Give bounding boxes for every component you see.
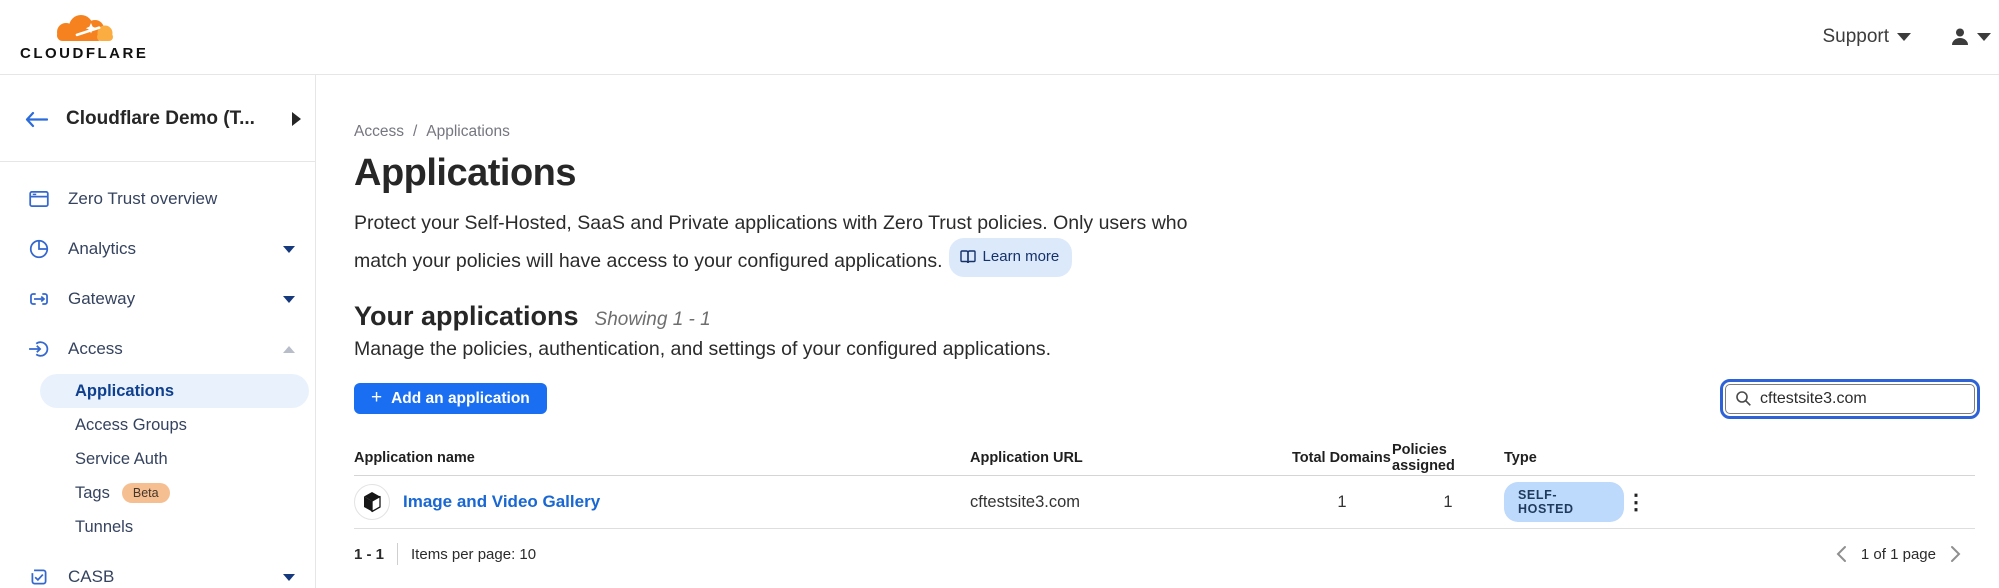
main-content: Access / Applications Applications Prote… [316,75,1999,588]
cloudflare-logo[interactable]: CLOUDFLARE [20,12,148,62]
sidebar-item-gateway[interactable]: Gateway [0,274,315,324]
breadcrumb: Access / Applications [354,123,1975,141]
add-button-label: Add an application [391,390,530,408]
column-header-total-domains: Total Domains [1292,450,1392,466]
sidebar-subitem-label: Tunnels [75,518,133,537]
table-row: Image and Video Gallery cftestsite3.com … [354,476,1975,529]
overview-icon [28,188,50,210]
top-bar: CLOUDFLARE Support [0,0,1999,75]
sidebar-item-analytics[interactable]: Analytics [0,224,315,274]
page-indicator: 1 of 1 page [1861,546,1936,563]
items-per-page: Items per page: 10 [411,546,536,563]
chevron-down-icon [283,296,295,303]
application-name-cell: Image and Video Gallery [354,484,970,520]
sidebar-item-label: Gateway [68,289,283,309]
chevron-down-icon [283,246,295,253]
column-header-application-name: Application name [354,450,970,466]
add-application-button[interactable]: + Add an application [354,383,547,414]
chevron-up-icon [283,346,295,353]
sidebar-item-access-groups[interactable]: Access Groups [40,408,309,442]
application-link[interactable]: Image and Video Gallery [403,492,600,512]
access-submenu: Applications Access Groups Service Auth … [0,374,315,544]
breadcrumb-applications[interactable]: Applications [426,123,510,141]
toolbar: + Add an application [354,383,1975,414]
sidebar-item-access[interactable]: Access [0,324,315,374]
sidebar-item-service-auth[interactable]: Service Auth [40,442,309,476]
sidebar-item-label: Analytics [68,239,283,259]
user-icon [1949,26,1971,48]
column-header-application-url: Application URL [970,450,1292,466]
account-switcher: Cloudflare Demo (T... [0,89,315,149]
sidebar-subitem-label: Service Auth [75,450,168,469]
app-cube-icon [354,484,390,520]
chevron-down-icon [283,574,295,581]
analytics-icon [28,238,50,260]
support-menu[interactable]: Support [1822,26,1911,48]
applications-table: Application name Application URL Total D… [354,440,1975,529]
account-name: Cloudflare Demo (T... [66,108,292,130]
plus-icon: + [371,388,382,407]
back-arrow-icon[interactable] [24,111,48,128]
pagination-controls: 1 of 1 page [1836,545,1961,563]
pagination: 1 - 1 Items per page: 10 1 of 1 page [354,543,1975,565]
sidebar-subitem-label: Access Groups [75,416,187,435]
sidebar-item-label: Access [68,339,283,359]
chevron-left-icon[interactable] [1836,545,1847,563]
pagination-range: 1 - 1 [354,546,384,563]
page-title: Applications [354,152,1975,195]
sidebar-item-tags[interactable]: Tags Beta [40,476,309,510]
beta-badge: Beta [122,483,170,503]
page-description: Protect your Self-Hosted, SaaS and Priva… [354,208,1239,277]
sidebar-subitem-label: Applications [75,382,174,401]
support-label: Support [1822,26,1889,48]
search-input[interactable] [1725,384,1975,414]
sidebar-item-tunnels[interactable]: Tunnels [40,510,309,544]
section-header: Your applications Showing 1 - 1 [354,301,1975,332]
learn-more-button[interactable]: Learn more [949,238,1073,277]
pagination-divider [397,543,398,565]
sidebar-item-label: CASB [68,567,283,587]
sidebar-subitem-label: Tags [75,484,110,503]
book-icon [960,250,976,264]
search-box [1725,384,1975,414]
user-chevron-down-icon [1977,33,1991,41]
showing-count: Showing 1 - 1 [595,309,711,331]
section-subtitle: Manage the policies, authentication, and… [354,338,1975,361]
sidebar-item-casb[interactable]: CASB [0,552,315,588]
gateway-icon [28,288,50,310]
sidebar-item-applications[interactable]: Applications [40,374,309,408]
brand-wordmark: CLOUDFLARE [20,45,148,62]
column-header-type: Type [1504,450,1624,466]
sidebar: Cloudflare Demo (T... Zero Trust overvie… [0,75,316,588]
total-domains-cell: 1 [1292,493,1392,512]
sidebar-item-label: Zero Trust overview [68,189,295,209]
cloudflare-cloud-icon [45,12,123,44]
topbar-right: Support [1822,26,1993,48]
access-icon [28,338,50,360]
section-title: Your applications [354,301,579,332]
learn-more-label: Learn more [983,242,1060,272]
breadcrumb-access[interactable]: Access [354,123,404,141]
search-icon [1735,390,1752,407]
policies-assigned-cell: 1 [1392,493,1504,512]
table-header-row: Application name Application URL Total D… [354,440,1975,476]
support-chevron-down-icon [1897,33,1911,41]
application-url-cell: cftestsite3.com [970,493,1292,512]
sidebar-item-zero-trust-overview[interactable]: Zero Trust overview [0,174,315,224]
caret-right-icon[interactable] [292,112,301,126]
type-cell: SELF-HOSTED [1504,482,1624,522]
casb-icon [28,566,50,588]
column-header-policies-assigned: Policies assigned [1392,442,1504,474]
kebab-menu-icon[interactable]: ⋮ [1624,492,1648,513]
user-menu[interactable] [1949,26,1991,48]
breadcrumb-separator: / [413,123,417,141]
chevron-right-icon[interactable] [1950,545,1961,563]
type-badge: SELF-HOSTED [1504,482,1624,522]
